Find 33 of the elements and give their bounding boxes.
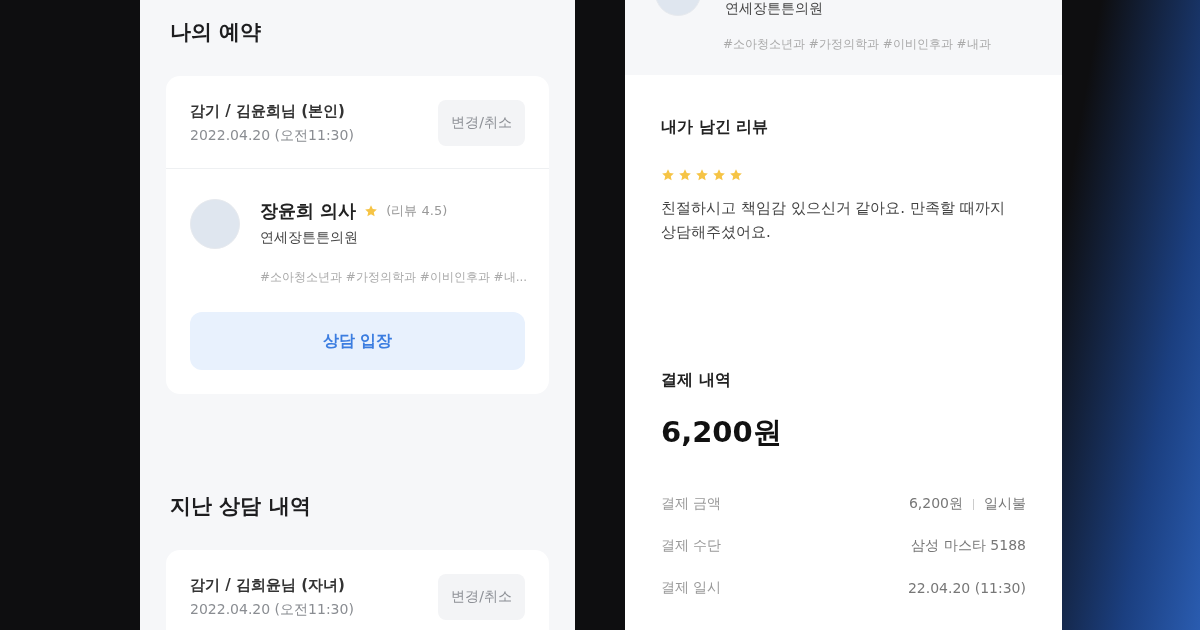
star-icon — [729, 168, 743, 182]
payment-title: 결제 내역 — [661, 370, 732, 391]
consultation-date: 2022.04.20 (오전11:30) — [190, 126, 354, 145]
payment-label: 결제 일시 — [661, 579, 722, 597]
star-icon — [712, 168, 726, 182]
payment-value: 22.04.20 (11:30) — [907, 580, 1026, 596]
specialty-tags: #소아청소년과 #가정의학과 #이비인후과 #내... — [260, 269, 528, 286]
consultation-subject: 감기 / 김윤희님 (본인) — [190, 101, 346, 121]
payment-total: 6,200원 — [661, 414, 783, 451]
payment-value: 일시불 — [984, 495, 1026, 513]
star-icon — [695, 168, 709, 182]
review-text: 친절하시고 책임감 있으신거 같아요. 만족할 때까지 상담해주셨어요. — [661, 198, 1006, 243]
consultation-subject: 감기 / 김희윤님 (자녀) — [190, 575, 346, 595]
change-cancel-button[interactable]: 변경/취소 — [438, 100, 525, 146]
payment-value: 삼성 마스타 5188 — [911, 537, 1026, 555]
star-icon — [364, 204, 379, 218]
star-icon — [678, 168, 692, 182]
section-title: 나의 예약 — [170, 19, 263, 46]
consultation-date: 2022.04.20 (오전11:30) — [190, 600, 354, 619]
specialty-tags: #소아청소년과 #가정의학과 #이비인후과 #내과 — [723, 36, 1032, 53]
review-title: 내가 남긴 리뷰 — [661, 117, 770, 138]
clinic-name: 연세장튼튼의원 — [725, 0, 823, 18]
doctor-name: 장윤희 의사 — [260, 199, 357, 223]
avatar-placeholder — [190, 199, 240, 249]
clinic-name: 연세장튼튼의원 — [260, 229, 359, 247]
change-cancel-button[interactable]: 변경/취소 — [438, 574, 525, 620]
section-title: 지난 상담 내역 — [170, 493, 312, 520]
payment-value: 6,200원 — [908, 495, 963, 513]
star-icon — [661, 168, 675, 182]
payment-label: 결제 수단 — [661, 537, 722, 555]
review-rating: (리뷰 4.5) — [386, 202, 448, 220]
payment-label: 결제 금액 — [661, 495, 722, 513]
enter-consultation-button[interactable]: 상담 입장 — [190, 312, 525, 370]
